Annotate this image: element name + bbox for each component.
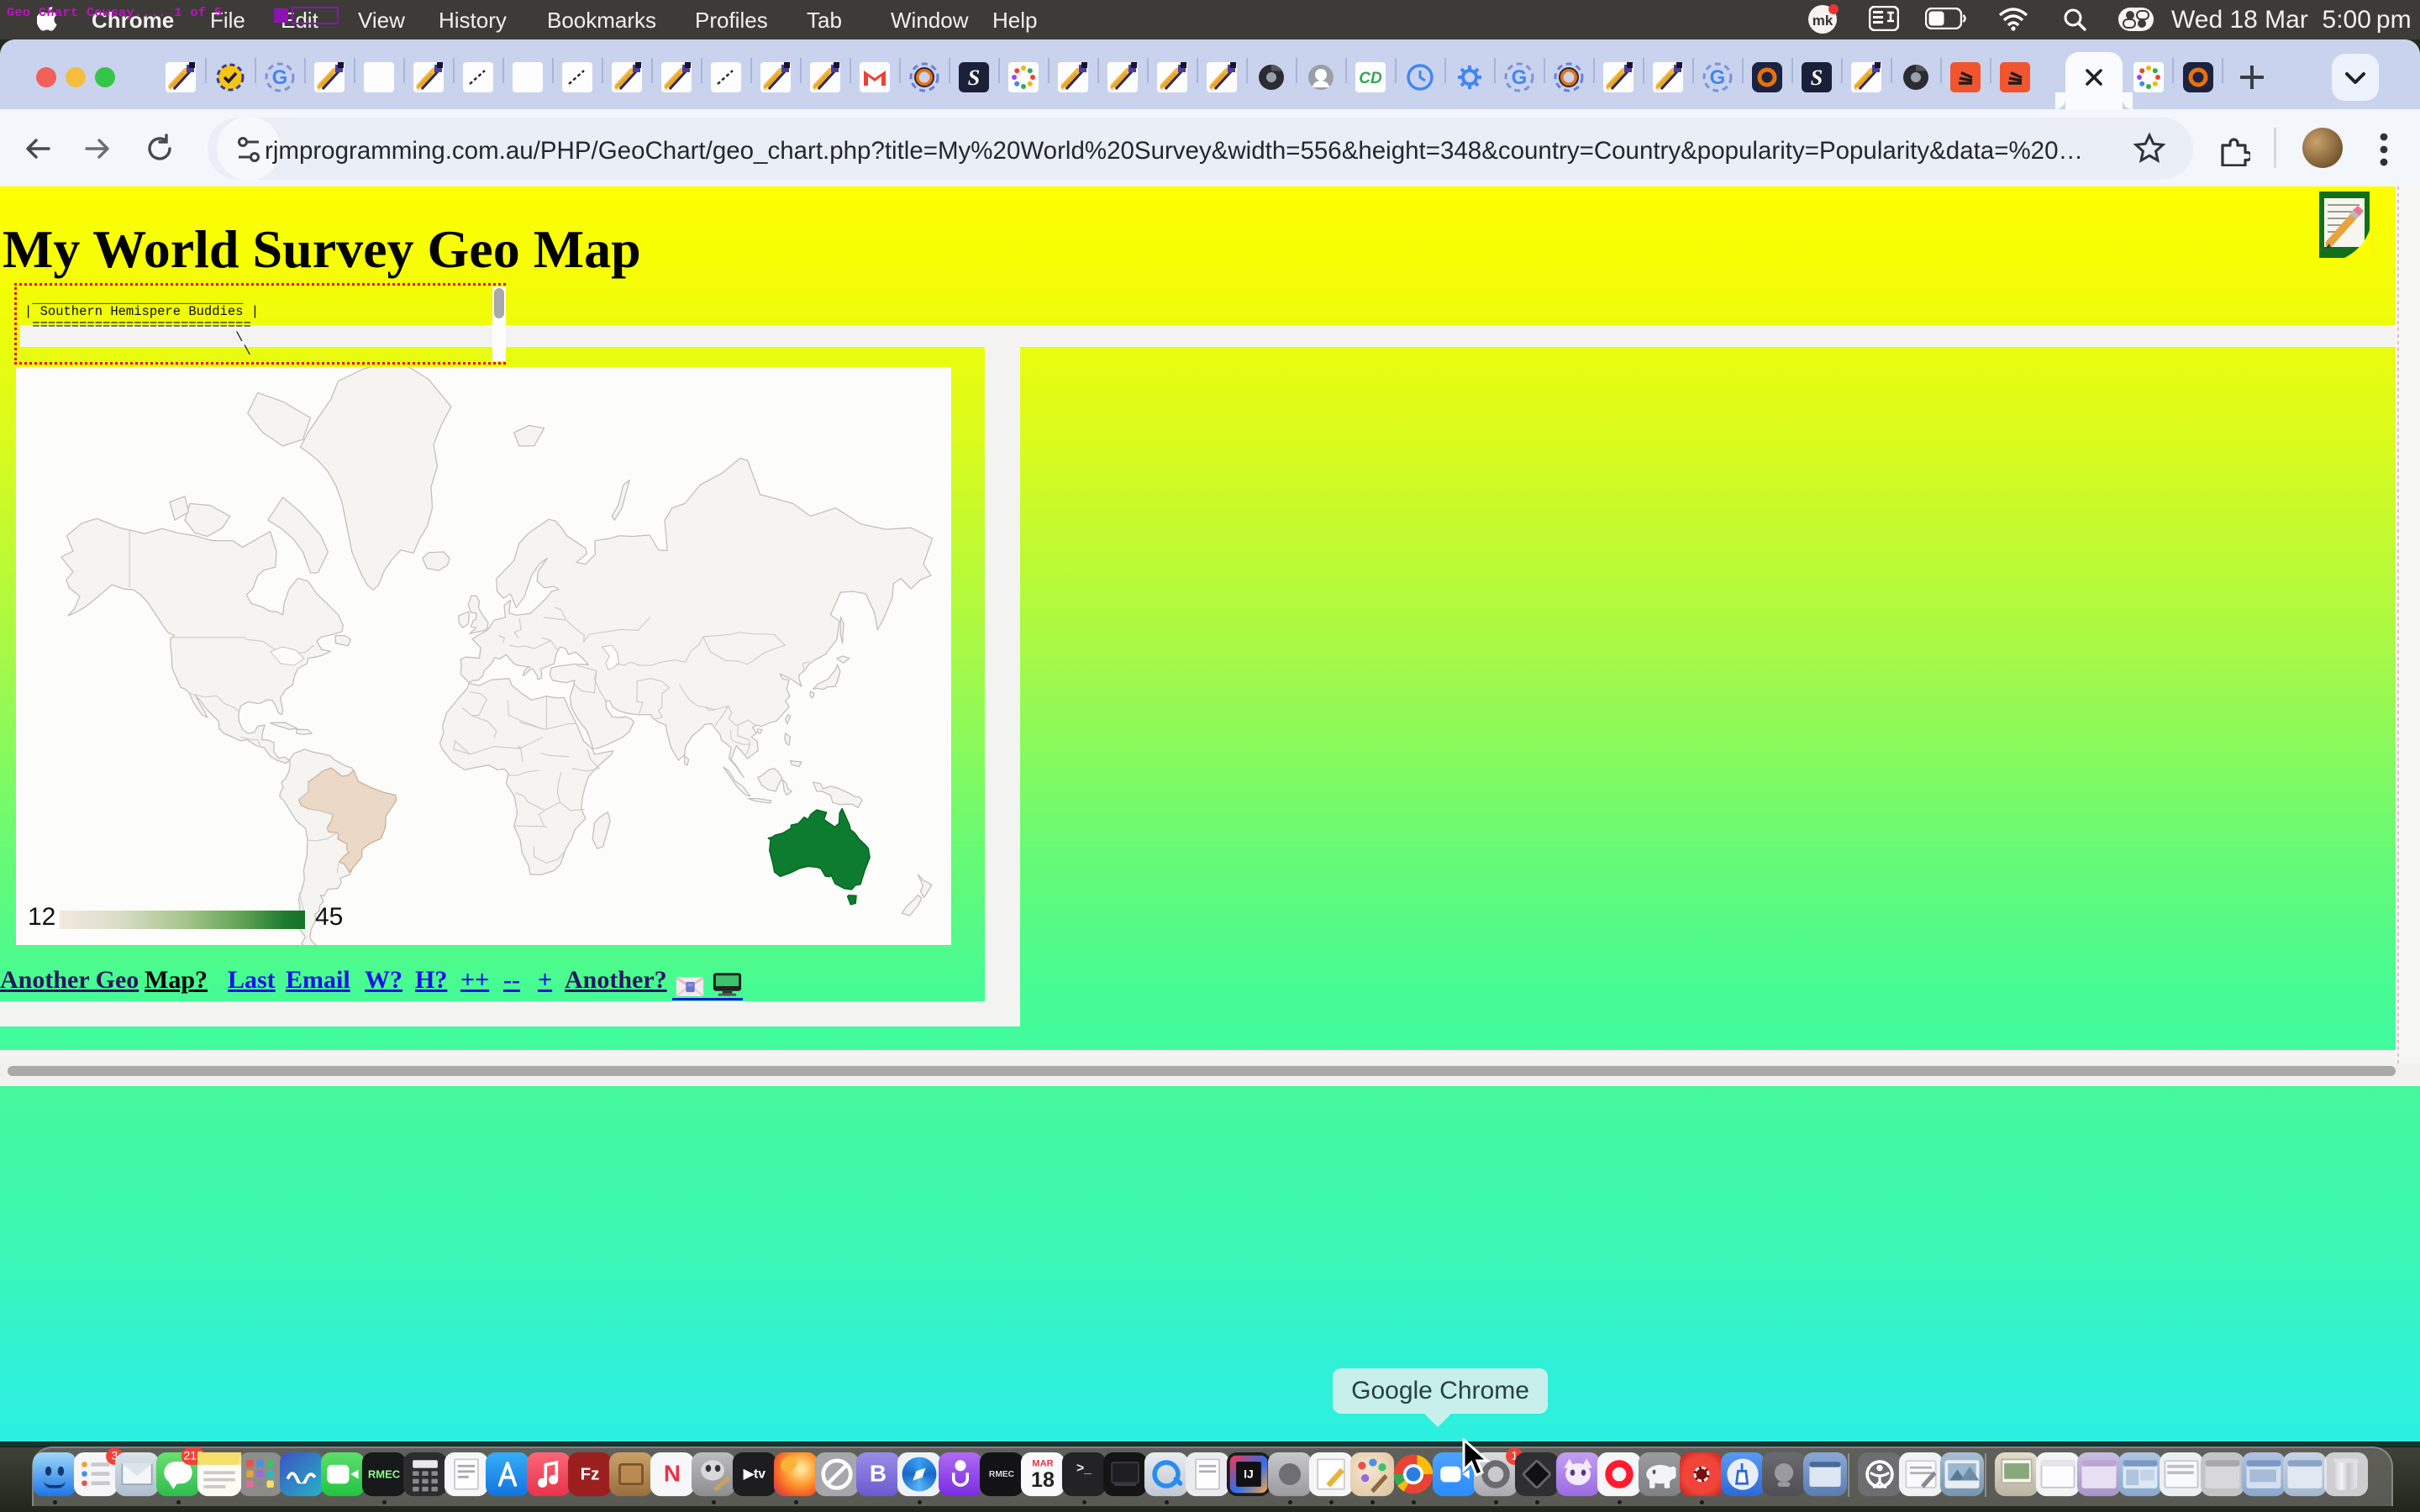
svg-text:G: G bbox=[1512, 66, 1528, 89]
svg-text:S: S bbox=[968, 66, 980, 90]
svg-text:G: G bbox=[1710, 66, 1726, 89]
svg-text:G: G bbox=[272, 66, 288, 89]
svg-text:S: S bbox=[1811, 66, 1823, 90]
svg-text:CD: CD bbox=[1359, 70, 1382, 87]
svg-text:mk: mk bbox=[1812, 13, 1833, 29]
